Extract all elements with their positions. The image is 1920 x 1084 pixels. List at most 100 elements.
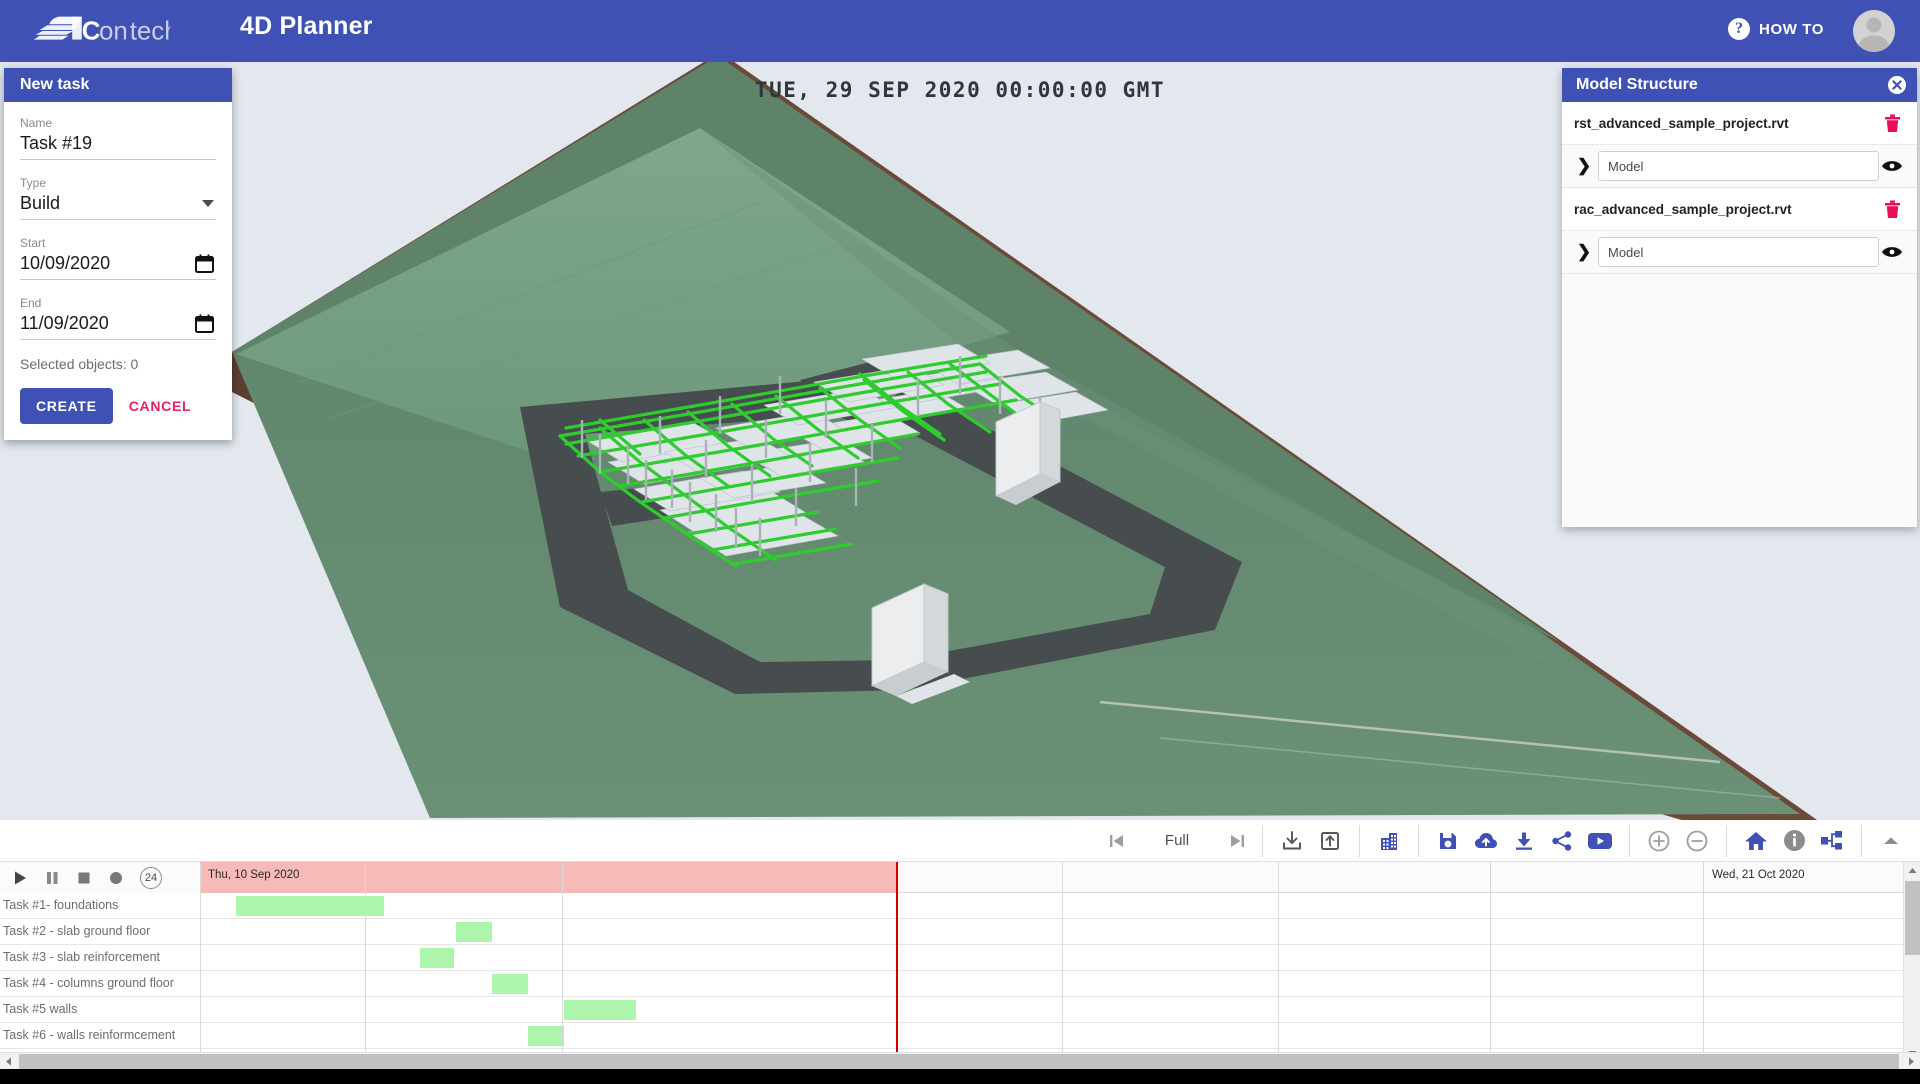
eye-icon[interactable] bbox=[1879, 158, 1905, 174]
gantt-bar[interactable] bbox=[492, 974, 528, 994]
gantt-vertical-scrollbar[interactable] bbox=[1903, 862, 1920, 1062]
close-circle-icon[interactable] bbox=[1887, 75, 1907, 95]
task-start-label: Start bbox=[20, 236, 46, 250]
model-child-name[interactable]: Model bbox=[1598, 151, 1879, 181]
svg-text:techt: techt bbox=[130, 18, 170, 46]
model-child-row[interactable]: ❯ Model bbox=[1562, 145, 1917, 188]
home-icon[interactable] bbox=[1737, 825, 1775, 857]
gantt-end-label: Wed, 21 Oct 2020 bbox=[1712, 869, 1805, 881]
zoom-out-icon[interactable] bbox=[1678, 825, 1716, 857]
horizontal-scroll-thumb[interactable] bbox=[19, 1054, 1899, 1069]
zoom-in-icon[interactable] bbox=[1640, 825, 1678, 857]
app-header: C on techt 4D Planner ? HOW TO bbox=[0, 0, 1920, 62]
gantt-chart[interactable]: Thu, 10 Sep 2020 Wed, 21 Oct 2020 24 Tas… bbox=[0, 862, 1920, 1062]
export-icon[interactable] bbox=[1311, 825, 1349, 857]
task-end-input[interactable] bbox=[20, 313, 216, 334]
vertical-scroll-thumb[interactable] bbox=[1905, 881, 1920, 955]
calendar-icon[interactable] bbox=[195, 314, 214, 338]
model-file-name: rst_advanced_sample_project.rvt bbox=[1574, 115, 1789, 131]
chevron-right-icon[interactable]: ❯ bbox=[1574, 242, 1594, 262]
gantt-bar[interactable] bbox=[528, 1026, 564, 1046]
scroll-left-arrow[interactable] bbox=[0, 1053, 17, 1070]
pause-button[interactable] bbox=[44, 870, 60, 886]
how-to-button[interactable]: ? HOW TO bbox=[1728, 18, 1824, 40]
scroll-up-arrow[interactable] bbox=[1904, 862, 1920, 879]
viewer-toolbar: Full bbox=[0, 820, 1920, 862]
task-name-label: Name bbox=[20, 116, 53, 130]
task-name-field: Name bbox=[20, 116, 216, 160]
question-circle-icon: ? bbox=[1728, 18, 1751, 40]
gantt-col-divider bbox=[1278, 893, 1279, 1062]
share-icon[interactable] bbox=[1543, 825, 1581, 857]
task-label: Task #4 - columns ground floor bbox=[3, 976, 174, 990]
chevron-down-icon[interactable] bbox=[202, 200, 214, 207]
table-row[interactable]: Task #6 - walls reinformcement bbox=[0, 1023, 1920, 1049]
trash-icon[interactable] bbox=[1879, 200, 1905, 219]
import-icon[interactable] bbox=[1273, 825, 1311, 857]
gantt-col-divider bbox=[1490, 893, 1491, 1062]
gantt-timeline-header: Thu, 10 Sep 2020 Wed, 21 Oct 2020 24 bbox=[0, 862, 1920, 893]
task-end-field: End bbox=[20, 296, 216, 340]
table-row[interactable]: Task #1- foundations bbox=[0, 893, 1920, 919]
table-row[interactable]: Task #2 - slab ground floor bbox=[0, 919, 1920, 945]
gantt-bar[interactable] bbox=[456, 922, 492, 942]
model-file-row[interactable]: rac_advanced_sample_project.rvt bbox=[1562, 188, 1917, 231]
info-icon[interactable] bbox=[1775, 825, 1813, 857]
task-label: Task #6 - walls reinformcement bbox=[3, 1028, 176, 1042]
task-end-label: End bbox=[20, 296, 42, 310]
speed-button[interactable]: 24 bbox=[140, 866, 162, 889]
table-row[interactable]: Task #3 - slab reinforcement bbox=[0, 945, 1920, 971]
user-avatar-icon[interactable] bbox=[1853, 10, 1895, 52]
scroll-right-arrow[interactable] bbox=[1903, 1053, 1920, 1070]
model-child-name[interactable]: Model bbox=[1598, 237, 1879, 267]
task-type-field: Type bbox=[20, 176, 216, 220]
gantt-start-label: Thu, 10 Sep 2020 bbox=[208, 869, 300, 881]
download-icon[interactable] bbox=[1505, 825, 1543, 857]
model-child-row[interactable]: ❯ Model bbox=[1562, 231, 1917, 274]
table-row[interactable]: Task #5 walls bbox=[0, 997, 1920, 1023]
gantt-bar[interactable] bbox=[420, 948, 454, 968]
skip-next-icon[interactable] bbox=[1222, 826, 1252, 856]
skip-previous-icon[interactable] bbox=[1102, 826, 1132, 856]
create-task-button[interactable]: CREATE bbox=[20, 388, 113, 424]
building-grid-icon[interactable] bbox=[1370, 825, 1408, 857]
task-start-input[interactable] bbox=[20, 253, 216, 274]
building-group bbox=[1359, 824, 1418, 857]
gantt-bar[interactable] bbox=[236, 896, 384, 916]
gantt-col-divider bbox=[1062, 893, 1063, 1062]
task-name-input[interactable] bbox=[20, 133, 216, 154]
gantt-col-divider bbox=[1062, 862, 1063, 893]
model-tree-icon[interactable] bbox=[1813, 825, 1851, 857]
model-file-name: rac_advanced_sample_project.rvt bbox=[1574, 201, 1792, 217]
gantt-col-divider bbox=[562, 862, 563, 893]
trash-icon[interactable] bbox=[1879, 114, 1905, 133]
svg-text:C: C bbox=[82, 18, 101, 46]
youtube-icon[interactable] bbox=[1581, 825, 1619, 857]
gantt-bar[interactable] bbox=[564, 1000, 636, 1020]
model-file-row[interactable]: rst_advanced_sample_project.rvt bbox=[1562, 102, 1917, 145]
stop-button[interactable] bbox=[76, 870, 92, 886]
collapse-group bbox=[1861, 824, 1920, 857]
model-structure-panel: Model Structure rst_advanced_sample_proj… bbox=[1562, 68, 1917, 527]
record-button[interactable] bbox=[108, 870, 124, 886]
table-row[interactable]: Task #4 - columns ground floor bbox=[0, 971, 1920, 997]
save-icon[interactable] bbox=[1429, 825, 1467, 857]
chevron-right-icon[interactable]: ❯ bbox=[1574, 156, 1594, 176]
collapse-icon[interactable] bbox=[1872, 825, 1910, 857]
current-date-marker bbox=[896, 862, 898, 1062]
gantt-col-divider bbox=[365, 862, 366, 893]
bottom-bar bbox=[0, 1069, 1920, 1084]
play-button[interactable] bbox=[12, 870, 28, 886]
task-type-select[interactable] bbox=[20, 193, 216, 214]
horizontal-scrollbar[interactable] bbox=[0, 1052, 1920, 1069]
eye-icon[interactable] bbox=[1879, 244, 1905, 260]
cloud-upload-icon[interactable] bbox=[1467, 825, 1505, 857]
cancel-task-button[interactable]: CANCEL bbox=[123, 388, 198, 424]
zoom-group bbox=[1629, 824, 1726, 857]
gantt-col-divider bbox=[1703, 862, 1704, 893]
file-actions-group bbox=[1418, 824, 1629, 857]
task-type-label: Type bbox=[20, 176, 47, 190]
contech-logo[interactable]: C on techt bbox=[30, 8, 170, 52]
range-label[interactable]: Full bbox=[1138, 832, 1216, 849]
calendar-icon[interactable] bbox=[195, 254, 214, 278]
